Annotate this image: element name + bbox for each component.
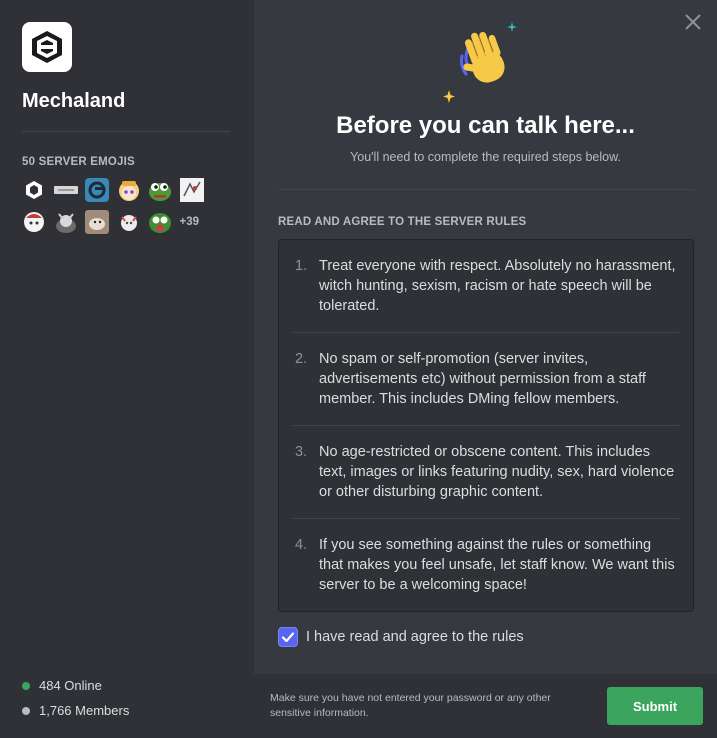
pepe-emoji: [148, 178, 172, 202]
mecha-logo-emoji: [22, 178, 46, 202]
agree-rules-checkbox-row[interactable]: I have read and agree to the rules: [278, 627, 524, 647]
header-divider: [278, 189, 694, 190]
banner-emoji: [53, 178, 78, 202]
rule-number: 4.: [295, 537, 308, 553]
members-dot-icon: [22, 706, 30, 715]
teal-badge-emoji: [85, 178, 109, 202]
waving-hand-icon: [442, 18, 522, 108]
agree-label: I have read and agree to the rules: [306, 629, 524, 645]
rules-section-title: READ AND AGREE TO THE SERVER RULES: [278, 216, 527, 228]
rule-item: 2. No spam or self-promotion (server inv…: [293, 333, 679, 426]
creature-emoji: [54, 210, 78, 234]
rule-text: No age-restricted or obscene content. Th…: [319, 444, 675, 500]
rules-list: 1. Treat everyone with respect. Absolute…: [278, 239, 694, 612]
server-rules-modal: Mechaland 50 SERVER EMOJIS +39 484 Onlin…: [0, 0, 717, 738]
server-info-sidebar: Mechaland 50 SERVER EMOJIS +39 484 Onlin…: [0, 0, 254, 738]
anime-sketch-emoji: [179, 178, 204, 202]
rule-text: If you see something against the rules o…: [319, 537, 675, 593]
chibi-emoji: [22, 210, 46, 234]
emoji-grid: +39: [22, 178, 222, 234]
rule-number: 2.: [295, 351, 308, 367]
dog-emoji: [85, 210, 109, 234]
members-stat: 1,766 Members: [22, 703, 129, 718]
page-title: Before you can talk here...: [336, 112, 635, 139]
emoji-more-count: +39: [179, 216, 200, 228]
chibi-cat-emoji: [117, 210, 141, 234]
online-dot-icon: [22, 681, 30, 690]
online-count: 484 Online: [39, 678, 102, 693]
member-stats: 484 Online 1,766 Members: [22, 668, 129, 718]
rule-item: 4. If you see something against the rule…: [293, 519, 679, 612]
server-name: Mechaland: [22, 90, 126, 112]
online-stat: 484 Online: [22, 678, 129, 693]
rule-item: 3. No age-restricted or obscene content.…: [293, 426, 679, 519]
submit-button[interactable]: Submit: [607, 687, 703, 725]
rule-number: 3.: [295, 444, 308, 460]
mechaland-logo-icon: [22, 22, 72, 72]
close-icon: [685, 14, 701, 30]
anime-girl-emoji: [117, 178, 141, 202]
pepe-mad-emoji: [148, 210, 172, 234]
rules-panel: Before you can talk here... You'll need …: [254, 0, 717, 738]
modal-footer: Make sure you have not entered your pass…: [254, 674, 717, 738]
security-note: Make sure you have not entered your pass…: [270, 692, 551, 719]
sidebar-divider: [22, 131, 230, 132]
page-subtitle: You'll need to complete the required ste…: [350, 150, 621, 164]
rule-number: 1.: [295, 258, 308, 274]
members-count: 1,766 Members: [39, 703, 130, 718]
agree-checkbox[interactable]: [278, 627, 298, 647]
rule-text: Treat everyone with respect. Absolutely …: [319, 258, 676, 314]
checkmark-icon: [281, 632, 295, 643]
emoji-section-title: 50 SERVER EMOJIS: [22, 156, 135, 168]
rule-item: 1. Treat everyone with respect. Absolute…: [293, 240, 679, 333]
rule-text: No spam or self-promotion (server invite…: [319, 351, 646, 407]
close-button[interactable]: [683, 12, 703, 32]
